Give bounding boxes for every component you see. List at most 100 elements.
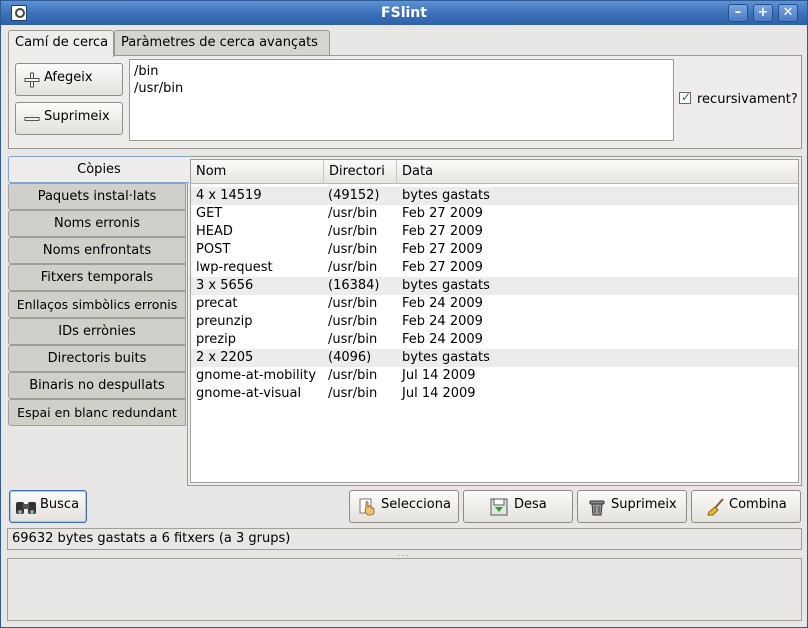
fslint-window: FSlint – + ✕ Camí de cerca Paràmetres de…: [0, 0, 808, 628]
merge-button[interactable]: Combina: [691, 490, 801, 523]
table-row[interactable]: lwp-request/usr/bin Feb 27 2009: [191, 259, 798, 277]
sidebar-item-duplicates[interactable]: Còpies: [8, 156, 189, 183]
table-row[interactable]: gnome-at-mobility/usr/bin Jul 14 2009: [191, 367, 798, 385]
checkbox-checked-icon[interactable]: [679, 90, 691, 104]
sidebar-item-bad-symlinks[interactable]: Enllaços simbòlics erronis: [8, 291, 186, 318]
broom-icon: [707, 498, 724, 516]
cell-date: Feb 27 2009: [402, 206, 483, 221]
cell-date: bytes gastats: [402, 188, 490, 203]
cell-directory: /usr/bin: [328, 206, 378, 221]
search-path-list[interactable]: /bin /usr/bin: [129, 59, 674, 141]
cell-directory: /usr/bin: [328, 332, 378, 347]
cell-date: Feb 24 2009: [402, 296, 483, 311]
cell-directory: (49152): [328, 188, 380, 203]
status-bar: 69632 bytes gastats a 6 fitxers (a 3 gru…: [7, 528, 802, 550]
sidebar-item-empty-dirs[interactable]: Directoris buits: [8, 345, 186, 372]
save-label: Desa: [514, 497, 547, 512]
group-row[interactable]: 2 x 2205 (4096) bytes gastats: [191, 349, 798, 367]
table-row[interactable]: precat/usr/bin Feb 24 2009: [191, 295, 798, 313]
tab-advanced-search[interactable]: Paràmetres de cerca avançats: [114, 30, 330, 56]
sidebar-item-installed-packages[interactable]: Paquets instal·lats: [8, 183, 186, 210]
delete-button[interactable]: Suprimeix: [577, 490, 687, 523]
cell-directory: /usr/bin: [328, 260, 378, 275]
cell-name: preunzip: [196, 314, 253, 329]
sidebar-item-temp-files[interactable]: Fitxers temporals: [8, 264, 186, 291]
select-button[interactable]: Selecciona: [349, 490, 459, 523]
table-row[interactable]: gnome-at-visual/usr/bin Jul 14 2009: [191, 385, 798, 403]
find-button[interactable]: Busca: [9, 490, 87, 523]
cell-name: gnome-at-mobility: [196, 368, 317, 383]
table-row[interactable]: preunzip/usr/bin Feb 24 2009: [191, 313, 798, 331]
remove-path-label: Suprimeix: [44, 109, 110, 124]
tab-search-path[interactable]: Camí de cerca: [8, 30, 114, 57]
column-header-date[interactable]: Data: [397, 160, 798, 184]
cell-date: Feb 27 2009: [402, 224, 483, 239]
title-bar[interactable]: FSlint – + ✕: [1, 1, 807, 25]
cell-name: 4 x 14519: [196, 188, 262, 203]
cell-name: 3 x 5656: [196, 278, 254, 293]
minus-icon: [24, 117, 40, 121]
cell-date: Jul 14 2009: [402, 368, 476, 383]
status-text: 69632 bytes gastats a 6 fitxers (a 3 gru…: [12, 531, 291, 546]
cell-name: 2 x 2205: [196, 350, 254, 365]
sidebar-item-bad-names[interactable]: Noms erronis: [8, 210, 186, 237]
cell-name: GET: [196, 206, 223, 221]
cell-date: Jul 14 2009: [402, 386, 476, 401]
cell-date: Feb 24 2009: [402, 314, 483, 329]
window-title: FSlint: [381, 5, 427, 21]
minimize-button[interactable]: –: [728, 4, 748, 22]
pane-resize-grip[interactable]: ...: [397, 549, 413, 559]
group-row[interactable]: 4 x 14519 (49152) bytes gastats: [191, 187, 798, 205]
cell-date: bytes gastats: [402, 350, 490, 365]
recursive-checkbox[interactable]: recursivament?: [679, 90, 798, 107]
table-row[interactable]: POST/usr/bin Feb 27 2009: [191, 241, 798, 259]
column-header-name[interactable]: Nom: [191, 160, 324, 184]
cell-directory: /usr/bin: [328, 224, 378, 239]
maximize-button[interactable]: +: [753, 4, 773, 22]
merge-label: Combina: [729, 497, 787, 512]
cell-name: gnome-at-visual: [196, 386, 302, 401]
results-list[interactable]: Nom Directori Data 4 x 14519 (49152) bytes…: [190, 159, 799, 483]
cell-name: prezip: [196, 332, 236, 347]
close-button[interactable]: ✕: [778, 4, 798, 22]
tab-advanced-search-label: Paràmetres de cerca avançats: [121, 35, 318, 50]
sidebar-item-name-clashes[interactable]: Noms enfrontats: [8, 237, 186, 264]
cell-date: Feb 24 2009: [402, 332, 483, 347]
path-item[interactable]: /bin: [134, 63, 669, 80]
column-header-directory[interactable]: Directori: [324, 160, 397, 184]
search-path-panel: Afegeix Suprimeix /bin /usr/bin recursiv…: [8, 55, 802, 149]
add-path-label: Afegeix: [44, 70, 93, 85]
recursive-label: recursivament?: [697, 92, 798, 107]
cell-directory: (4096): [328, 350, 372, 365]
cell-date: Feb 27 2009: [402, 260, 483, 275]
trash-icon: [589, 500, 605, 516]
cell-directory: /usr/bin: [328, 386, 378, 401]
save-button[interactable]: Desa: [463, 490, 573, 523]
list-header: Nom Directori Data: [191, 160, 798, 184]
cell-name: HEAD: [196, 224, 233, 239]
table-row[interactable]: HEAD/usr/bin Feb 27 2009: [191, 223, 798, 241]
sidebar-item-unstripped-binaries[interactable]: Binaris no despullats: [8, 372, 186, 399]
results-panel: Nom Directori Data 4 x 14519 (49152) bytes…: [187, 156, 802, 486]
delete-label: Suprimeix: [611, 497, 677, 512]
cell-date: bytes gastats: [402, 278, 490, 293]
path-item[interactable]: /usr/bin: [134, 80, 669, 97]
cell-directory: /usr/bin: [328, 368, 378, 383]
cell-directory: /usr/bin: [328, 314, 378, 329]
cell-name: precat: [196, 296, 238, 311]
table-row[interactable]: prezip/usr/bin Feb 24 2009: [191, 331, 798, 349]
add-path-button[interactable]: Afegeix: [15, 63, 123, 96]
cell-directory: /usr/bin: [328, 242, 378, 257]
table-row[interactable]: GET/usr/bin Feb 27 2009: [191, 205, 798, 223]
sidebar-item-redundant-whitespace[interactable]: Espai en blanc redundant: [8, 399, 186, 426]
output-area: [7, 558, 802, 621]
cell-name: POST: [196, 242, 231, 257]
remove-path-button[interactable]: Suprimeix: [15, 102, 123, 135]
cell-date: Feb 27 2009: [402, 242, 483, 257]
binoculars-icon: [16, 502, 36, 514]
save-icon: [490, 498, 508, 516]
select-label: Selecciona: [381, 497, 451, 512]
sidebar-item-bad-ids[interactable]: IDs errònies: [8, 318, 186, 345]
plus-icon: [24, 72, 40, 88]
group-row[interactable]: 3 x 5656 (16384) bytes gastats: [191, 277, 798, 295]
